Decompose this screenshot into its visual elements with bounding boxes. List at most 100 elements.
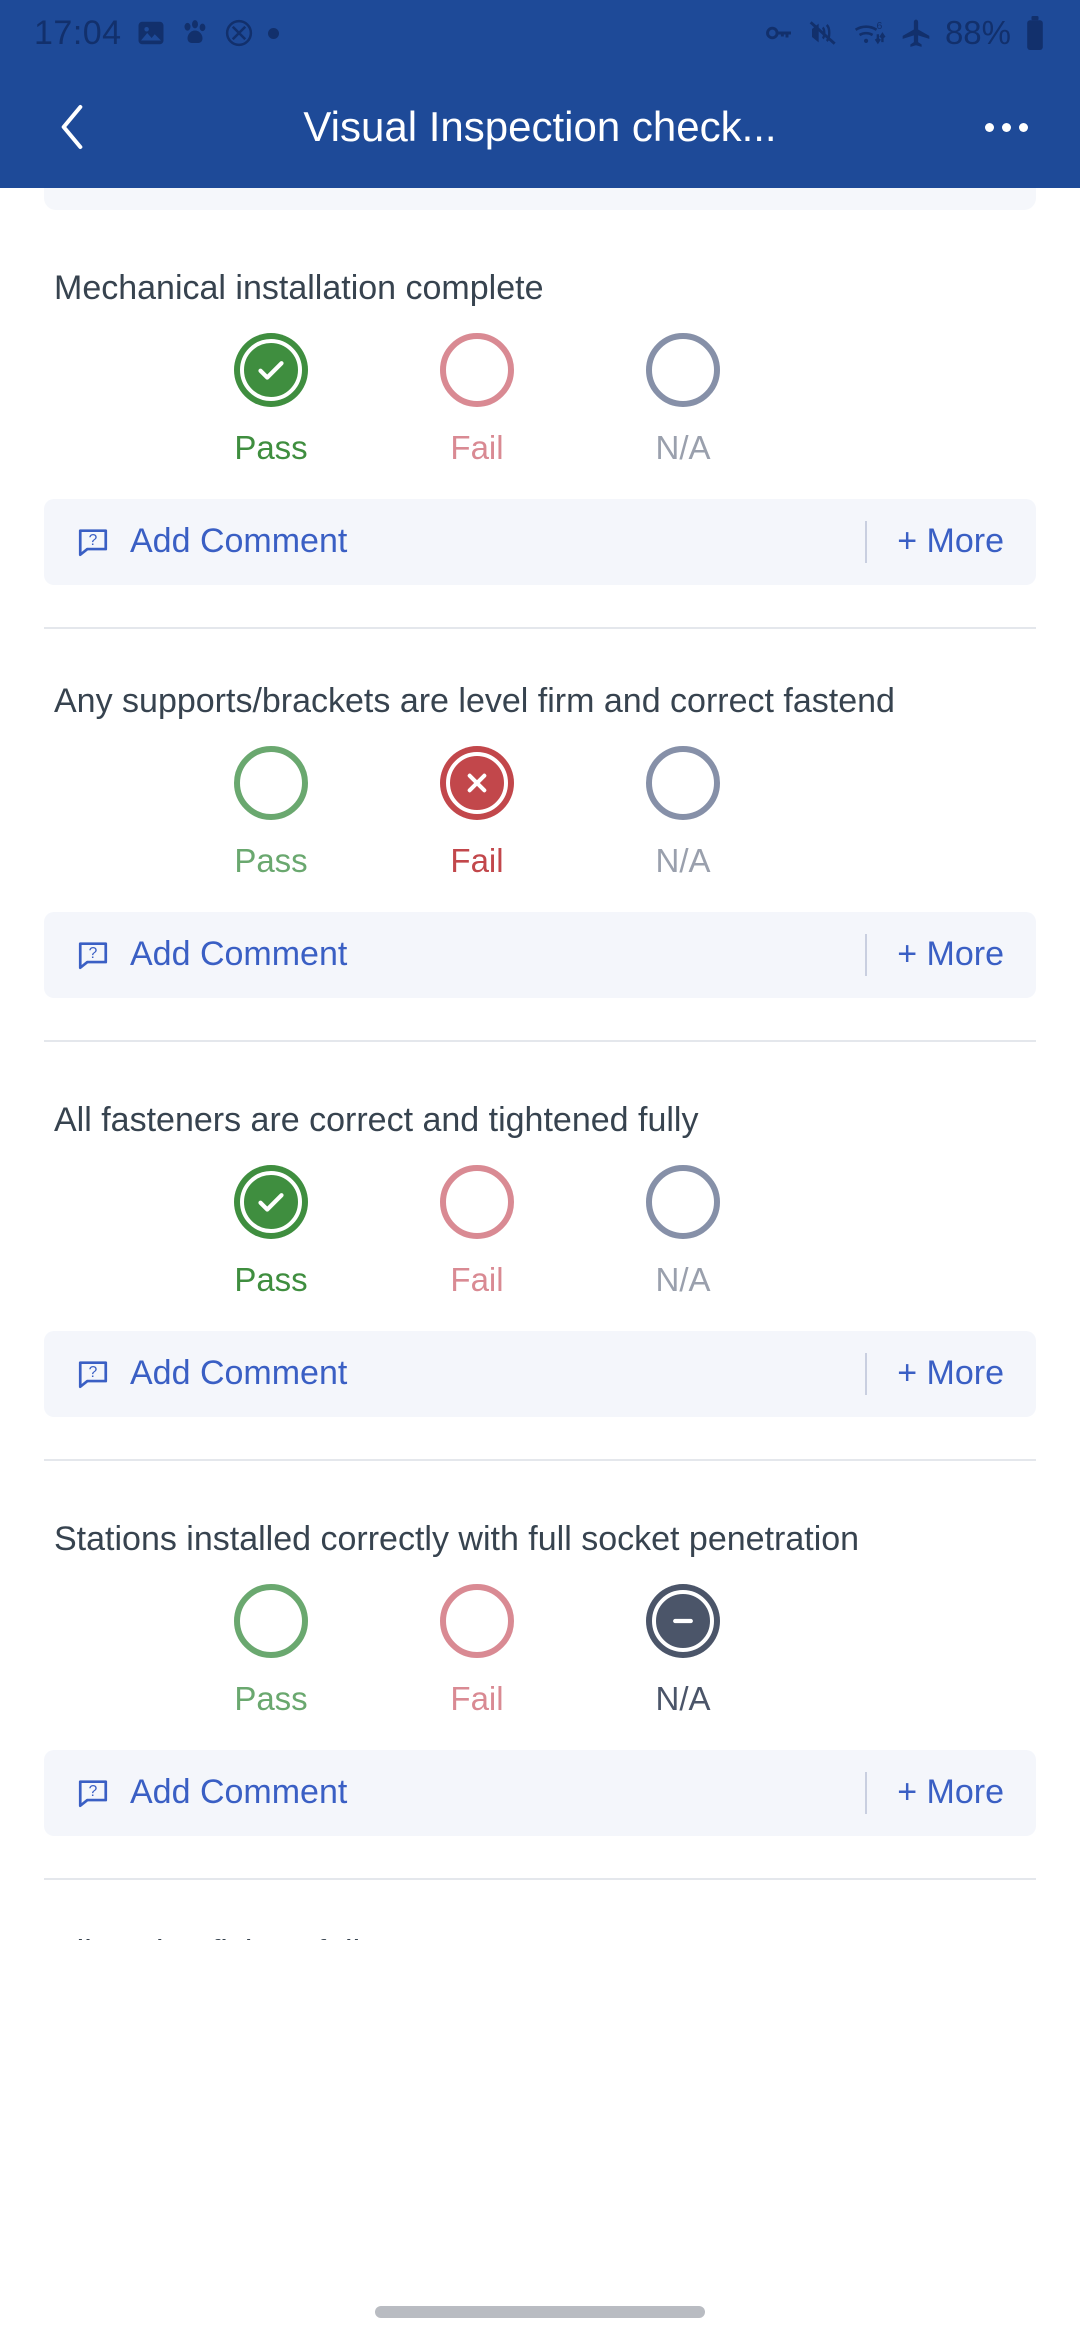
add-comment-label: Add Comment [130,1354,348,1393]
option-na[interactable]: N/A [580,1583,786,1718]
dot-icon [267,27,279,39]
comment-bar-right: + More [865,1771,1004,1814]
comment-bar: ? Add Comment + More [44,498,1036,585]
svg-text:6: 6 [876,21,882,32]
add-comment-button[interactable]: ? Add Comment [76,1773,347,1812]
option-fail[interactable]: Fail [374,745,580,880]
pass-radio[interactable] [234,1583,308,1658]
fail-radio-selected[interactable] [440,745,514,820]
add-comment-button[interactable]: ? Add Comment [76,935,347,974]
comment-question-icon: ? [78,1360,108,1388]
add-comment-label: Add Comment [130,1773,348,1811]
option-label-fail: Fail [450,1260,504,1298]
option-pass[interactable]: Pass [168,1164,374,1299]
add-comment-button[interactable]: ? Add Comment [76,522,347,561]
option-label-pass: Pass [234,841,308,879]
comment-bar: ? Add Comment + More [44,1749,1036,1836]
status-bar-right: 6 88% [763,14,1046,52]
answer-options: Pass Fail N/A [0,1583,1080,1718]
comment-bar-right: + More [865,520,1004,563]
pass-radio[interactable] [234,745,308,820]
question-text: Any supports/brackets are level firm and… [54,681,895,720]
check-icon [258,361,284,380]
comment-bar-right: + More [865,1352,1004,1395]
overflow-menu-button[interactable] [976,97,1036,157]
option-na[interactable]: N/A [580,332,786,467]
fail-radio[interactable] [440,1164,514,1239]
photo-icon [136,18,166,48]
checklist-item: Mechanical installation complete Pass Fa… [0,210,1080,585]
app-bar: Visual Inspection check... [0,66,1080,188]
status-bar: 17:04 6 88% [0,0,1080,66]
option-label-pass: Pass [234,1260,308,1298]
comment-bar: ? Add Comment + More [44,911,1036,998]
checklist-item: Any supports/brackets are level firm and… [0,629,1080,998]
home-indicator[interactable] [375,2306,705,2318]
option-fail[interactable]: Fail [374,1583,580,1718]
airplane-mode-icon [900,17,932,49]
checklist-item: All fasteners are correct and tightened … [0,1042,1080,1417]
option-label-na: N/A [655,841,711,879]
option-pass[interactable]: Pass [168,745,374,880]
add-comment-button[interactable]: ? Add Comment [76,1354,347,1393]
divider [865,1771,868,1814]
back-button[interactable] [44,99,100,155]
status-time: 17:04 [34,13,122,52]
option-label-na: N/A [655,1679,711,1717]
divider [865,933,868,976]
comment-question-icon: ? [78,1779,108,1807]
checklist-scroll-area[interactable]: Mechanical installation complete Pass Fa… [0,188,1080,2340]
more-button[interactable]: + More [897,522,1004,561]
chevron-left-icon [61,105,83,149]
comment-bar-right: + More [865,933,1004,976]
battery-icon [1024,16,1046,50]
option-label-pass: Pass [234,428,308,466]
wifi-6-icon: 6 [853,17,887,49]
option-fail[interactable]: Fail [374,332,580,467]
checklist-item: Stations installed correctly with full s… [0,1461,1080,1836]
option-na[interactable]: N/A [580,745,786,880]
divider [865,1352,868,1395]
option-label-na: N/A [655,428,711,466]
na-radio[interactable] [646,332,720,407]
option-pass[interactable]: Pass [168,1583,374,1718]
comment-question-icon: ? [78,942,108,969]
svg-text:?: ? [89,945,98,962]
pass-radio-selected[interactable] [234,1164,308,1239]
add-comment-label: Add Comment [130,522,348,561]
answer-options: Pass Fail N/A [0,332,1080,467]
option-label-na: N/A [655,1260,711,1298]
vpn-key-icon [763,17,795,49]
na-radio[interactable] [646,745,720,820]
comment-question-icon: ? [78,529,108,556]
option-fail[interactable]: Fail [374,1164,580,1299]
check-icon [258,1192,284,1212]
options-left-spacer [0,333,168,467]
na-radio[interactable] [646,1164,720,1239]
no-location-icon [224,18,254,48]
comment-bar: ? Add Comment + More [44,1330,1036,1417]
question-text: Mechanical installation complete [54,269,544,307]
option-label-fail: Fail [450,841,504,879]
pass-radio-selected[interactable] [234,332,308,407]
more-options-icon [984,122,994,132]
add-comment-label: Add Comment [130,935,348,974]
fail-radio[interactable] [440,1583,514,1658]
na-radio-selected[interactable] [646,1583,720,1658]
option-na[interactable]: N/A [580,1164,786,1299]
question-text: All fasteners are correct and tightened … [54,1100,699,1139]
option-label-pass: Pass [234,1679,308,1717]
divider [865,520,868,563]
options-left-spacer [0,1584,168,1718]
option-label-fail: Fail [450,1679,504,1717]
option-pass[interactable]: Pass [168,332,374,467]
more-button[interactable]: + More [897,1773,1004,1812]
question-text: Stations installed correctly with full s… [54,1519,860,1558]
checklist-item-partial: All station fixings fully secure [0,1880,1080,1940]
answer-options: Pass Fail N/A [0,745,1080,880]
fail-radio[interactable] [440,332,514,407]
svg-text:?: ? [89,532,98,549]
more-button[interactable]: + More [897,1354,1004,1393]
minus-icon [673,1618,693,1623]
more-button[interactable]: + More [897,935,1004,974]
